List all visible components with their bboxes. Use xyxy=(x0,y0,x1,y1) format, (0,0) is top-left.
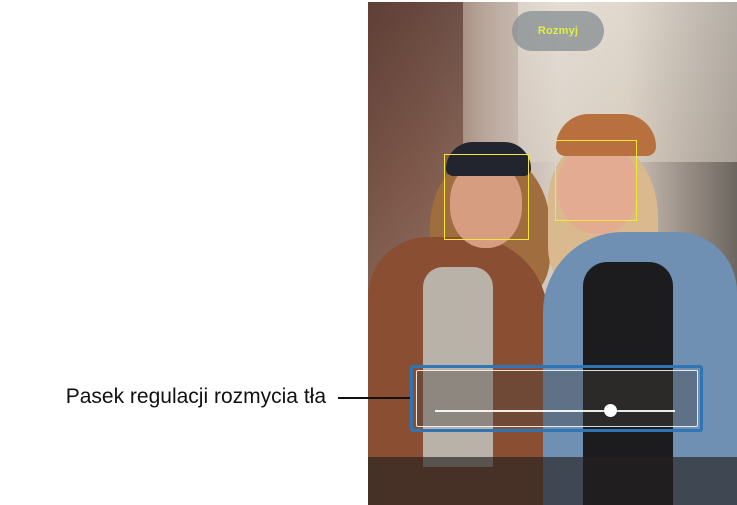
bicycle-foreground xyxy=(368,457,737,505)
blur-slider-highlight xyxy=(410,365,703,432)
blur-mode-button[interactable]: Rozmyj xyxy=(512,11,604,51)
callout-line xyxy=(338,397,410,399)
callout-label: Pasek regulacji rozmycia tła xyxy=(65,385,326,408)
blur-mode-label: Rozmyj xyxy=(537,25,579,37)
face-detection-frame-right xyxy=(555,140,637,221)
face-detection-frame-left xyxy=(444,154,529,240)
